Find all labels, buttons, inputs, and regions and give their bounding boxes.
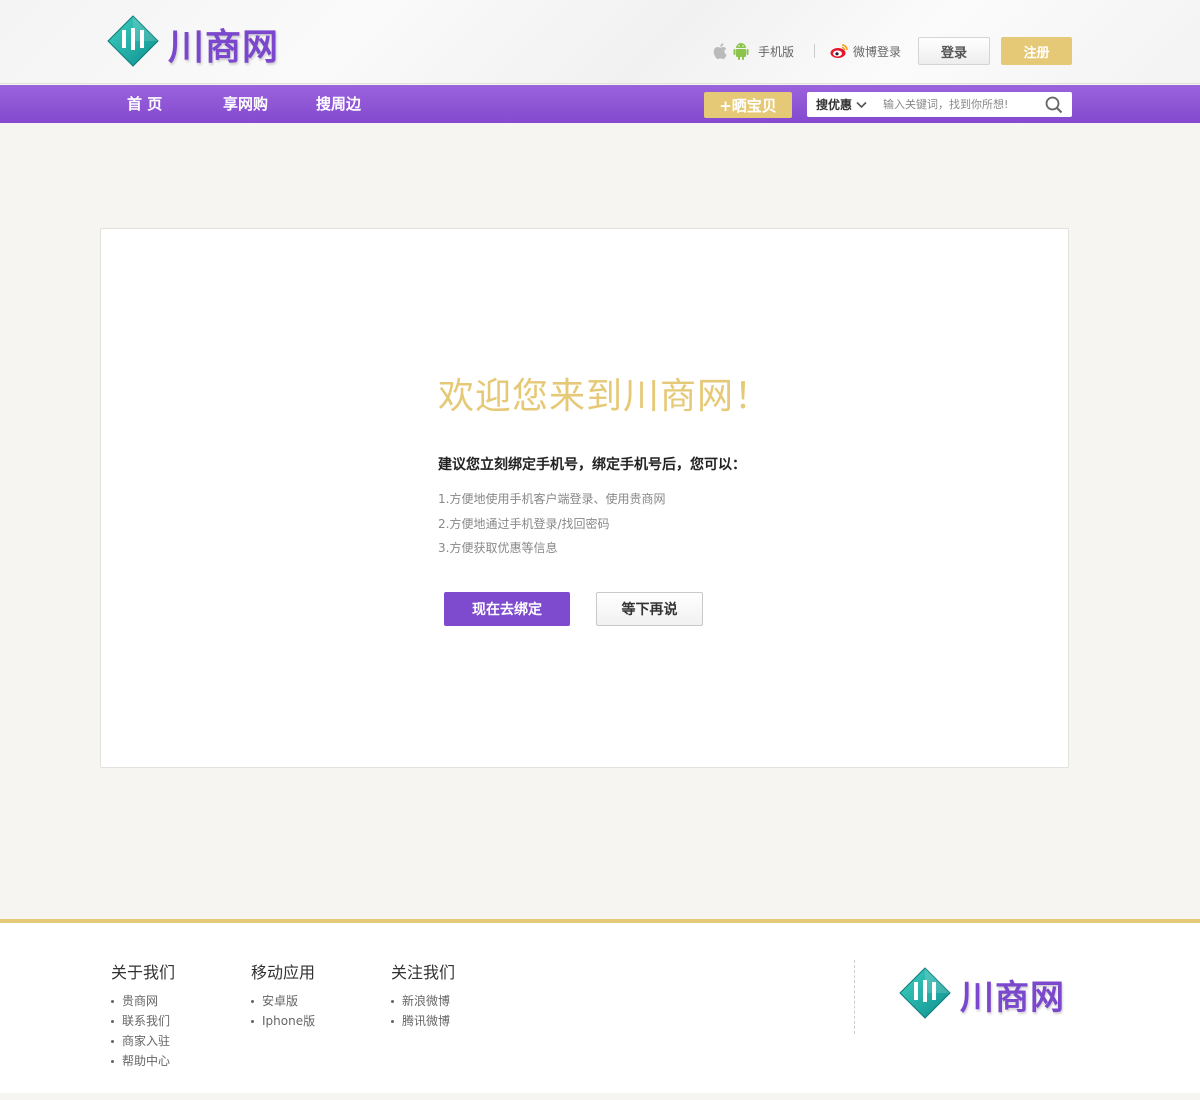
weibo-login-link[interactable]: 微博登录	[830, 36, 901, 66]
footer-logo-text: 川商网	[960, 978, 1065, 1018]
android-icon	[733, 43, 749, 60]
footer-column-title: 关于我们	[111, 963, 176, 982]
nav-item-nearby[interactable]: 搜周边	[316, 85, 361, 123]
mobile-version-label: 手机版	[758, 44, 795, 59]
benefit-item: 1.方便地使用手机客户端登录、使用贵商网	[438, 492, 666, 506]
nav-item-online-shopping[interactable]: 享网购	[223, 85, 268, 123]
show-item-button[interactable]: +晒宝贝	[704, 92, 792, 118]
weibo-icon	[830, 44, 848, 58]
search-box: 搜优惠	[807, 92, 1072, 117]
footer-column-about: 关于我们 贵商网 联系我们 商家入驻 帮助中心	[111, 959, 175, 1071]
footer-link[interactable]: 贵商网	[111, 991, 175, 1011]
bottom-strip	[0, 1093, 1200, 1100]
search-icon	[1045, 96, 1063, 113]
bind-suggestion-text: 建议您立刻绑定手机号，绑定手机号后，您可以：	[438, 457, 746, 473]
footer-link[interactable]: 商家入驻	[111, 1031, 175, 1051]
apple-icon	[713, 43, 727, 59]
benefit-item: 2.方便地通过手机登录/找回密码	[438, 516, 610, 531]
main-nav: 首 页 享网购 搜周边 +晒宝贝 搜优惠	[0, 85, 1200, 123]
register-button[interactable]: 注册	[1001, 37, 1072, 65]
search-category-dropdown[interactable]: 搜优惠	[807, 92, 877, 117]
footer-logo: 川商网	[898, 966, 1088, 1024]
footer-column-mobile: 移动应用 安卓版 Iphone版	[251, 959, 315, 1031]
weibo-login-label: 微博登录	[853, 44, 902, 59]
top-header: 川商网 手机版 微博登录 登录 注册	[0, 0, 1200, 84]
footer-link[interactable]: 联系我们	[111, 1011, 175, 1031]
logo-text: 川商网	[168, 27, 280, 68]
footer-column-title: 关注我们	[391, 963, 456, 982]
site-logo[interactable]: 川商网	[106, 14, 296, 72]
nav-item-home[interactable]: 首 页	[127, 85, 162, 123]
chevron-down-icon	[856, 101, 867, 108]
later-button[interactable]: 等下再说	[596, 592, 703, 626]
footer-column-title: 移动应用	[251, 963, 316, 982]
footer-divider	[854, 960, 855, 1034]
bind-phone-card: 欢迎您来到川商网！ 建议您立刻绑定手机号，绑定手机号后，您可以： 1.方便地使用…	[100, 228, 1069, 768]
logo-mark-icon	[107, 15, 159, 67]
search-button[interactable]	[1042, 93, 1066, 117]
benefits-list: 1.方便地使用手机客户端登录、使用贵商网 2.方便地通过手机登录/找回密码 3.…	[438, 491, 665, 565]
mobile-version-link[interactable]: 手机版	[712, 36, 794, 66]
bind-now-button[interactable]: 现在去绑定	[444, 592, 570, 626]
header-separator	[814, 44, 815, 58]
search-input[interactable]	[877, 93, 1042, 116]
login-button[interactable]: 登录	[918, 37, 990, 65]
footer-column-follow: 关注我们 新浪微博 腾讯微博	[391, 959, 455, 1031]
search-category-label: 搜优惠	[816, 98, 853, 112]
footer-link[interactable]: 新浪微博	[391, 991, 455, 1011]
footer-link[interactable]: 帮助中心	[111, 1051, 175, 1071]
logo-mark-icon	[899, 967, 951, 1019]
footer: 关于我们 贵商网 联系我们 商家入驻 帮助中心 移动应用 安卓版 Iphone版…	[0, 923, 1200, 1093]
footer-link[interactable]: Iphone版	[251, 1011, 315, 1031]
footer-link[interactable]: 安卓版	[251, 991, 315, 1011]
benefit-item: 3.方便获取优惠等信息	[438, 541, 558, 555]
footer-link[interactable]: 腾讯微博	[391, 1011, 455, 1031]
welcome-heading: 欢迎您来到川商网！	[438, 376, 772, 417]
